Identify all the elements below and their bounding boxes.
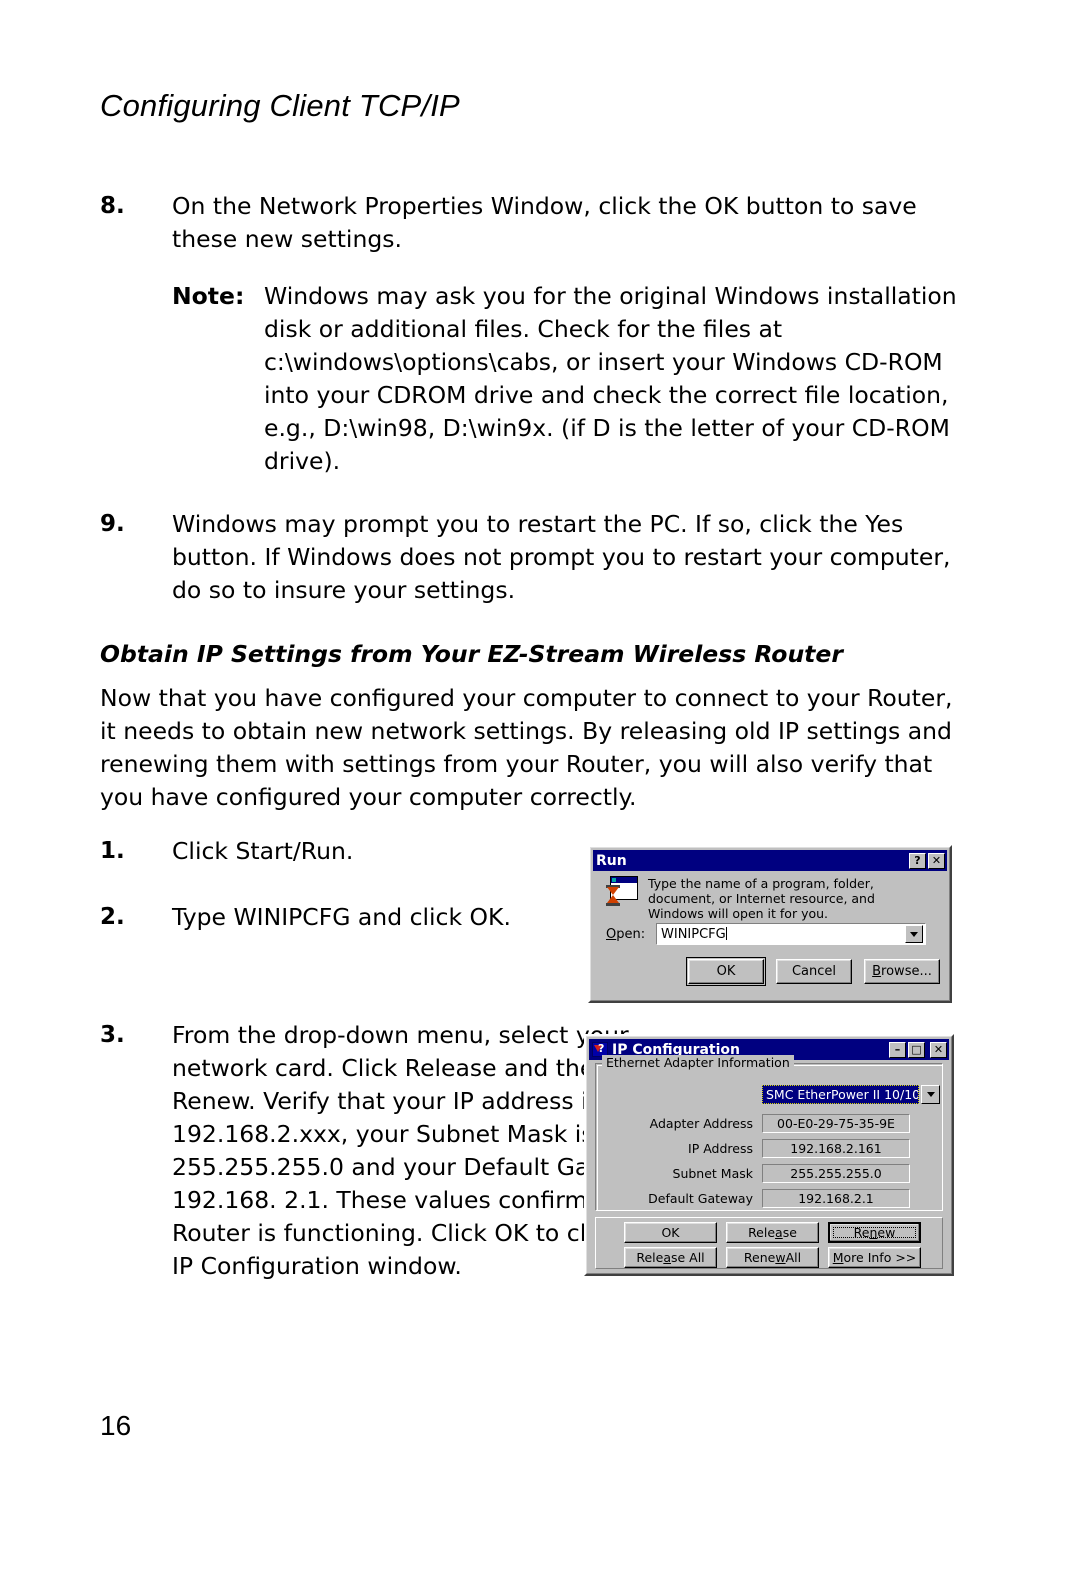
field-label: Subnet Mask — [672, 1166, 753, 1181]
renew-all-accelerator: w — [775, 1250, 786, 1265]
field-value: 255.255.255.0 — [762, 1164, 910, 1183]
run-dialog-titlebar[interactable]: Run ? ✕ — [593, 850, 947, 871]
note-text: Windows may ask you for the original Win… — [264, 282, 957, 475]
adapter-selected-value: SMC EtherPower II 10/100 Netw — [762, 1085, 919, 1104]
open-label-rest: pen: — [616, 927, 646, 942]
run-dialog[interactable]: Run ? ✕ Type the name of a program, fold… — [588, 845, 952, 1003]
field-label: IP Address — [688, 1141, 753, 1156]
note-block: Note: Windows may ask you for the origin… — [172, 280, 962, 478]
minimize-icon[interactable]: – — [889, 1041, 906, 1058]
release-all-button[interactable]: Rele a se All — [624, 1247, 717, 1268]
more-info-button[interactable]: More Info >> — [828, 1247, 921, 1268]
cancel-button[interactable]: Cancel — [776, 959, 852, 984]
step-number: 9. — [100, 511, 125, 537]
list-item-step-1: 1. Click Start/Run. — [100, 835, 570, 868]
list-item-step-8: 8. On the Network Properties Window, cli… — [100, 190, 960, 256]
list-item-step-2: 2. Type WINIPCFG and click OK. — [100, 901, 570, 934]
list-item-step-9: 9. Windows may prompt you to restart the… — [100, 508, 960, 607]
page-title: Configuring Client TCP/IP — [100, 88, 460, 123]
renew-all-label-post: All — [785, 1250, 802, 1265]
step-text: Click Start/Run. — [172, 837, 354, 865]
renew-button[interactable]: Re n ew — [828, 1222, 921, 1243]
run-dialog-button-row: OK Cancel Browse... — [686, 957, 940, 986]
close-icon[interactable]: ✕ — [930, 1041, 947, 1058]
step-text: Windows may prompt you to restart the PC… — [172, 510, 951, 604]
chevron-down-icon[interactable] — [921, 1085, 940, 1104]
field-label: Adapter Address — [649, 1116, 753, 1131]
field-row-default-gateway: Default Gateway 192.168.2.1 — [596, 1189, 910, 1208]
run-dialog-title: Run — [596, 852, 627, 869]
release-label-post: se — [782, 1225, 797, 1240]
document-page: Configuring Client TCP/IP 8. On the Netw… — [0, 0, 1080, 1570]
chevron-down-icon[interactable] — [905, 925, 923, 943]
release-button[interactable]: Rele a se — [726, 1222, 819, 1243]
step-number: 2. — [100, 904, 125, 930]
field-value: 192.168.2.161 — [762, 1139, 910, 1158]
help-icon[interactable]: ? — [909, 852, 926, 869]
more-info-label-post: ore Info >> — [843, 1250, 917, 1265]
browse-button[interactable]: Browse... — [864, 959, 940, 984]
step-text: On the Network Properties Window, click … — [172, 192, 917, 253]
run-program-icon — [606, 876, 638, 908]
browse-accelerator: B — [872, 964, 882, 979]
browse-label-rest: rowse... — [881, 964, 932, 979]
section-subheading: Obtain IP Settings from Your EZ-Stream W… — [100, 640, 843, 668]
adapter-dropdown[interactable]: SMC EtherPower II 10/100 Netw — [762, 1084, 940, 1105]
renew-label-pre: Re — [853, 1225, 870, 1240]
release-accelerator: a — [775, 1225, 783, 1240]
renew-label-post: ew — [877, 1225, 896, 1240]
step-number: 3. — [100, 1022, 125, 1048]
release-all-label-post: se All — [670, 1250, 705, 1265]
run-dialog-description: Type the name of a program, folder, docu… — [648, 876, 875, 921]
renew-all-label-pre: Rene — [743, 1250, 776, 1265]
open-input-text: WINIPCFG — [661, 926, 726, 942]
open-combobox[interactable]: WINIPCFG — [656, 923, 926, 945]
ethernet-adapter-group-label: Ethernet Adapter Information — [602, 1055, 794, 1070]
step-number: 1. — [100, 838, 125, 864]
renew-all-button[interactable]: Rene w All — [726, 1247, 819, 1268]
release-all-accelerator: a — [663, 1250, 671, 1265]
close-icon[interactable]: ✕ — [928, 852, 945, 869]
note-label: Note: — [172, 282, 245, 310]
open-field-label: Open: — [606, 927, 645, 942]
ok-button[interactable]: OK — [624, 1222, 717, 1243]
open-label-accelerator: O — [606, 927, 617, 942]
field-value: 192.168.2.1 — [762, 1189, 910, 1208]
release-label-pre: Rele — [748, 1225, 776, 1240]
field-row-adapter-address: Adapter Address 00-E0-29-75-35-9E — [596, 1114, 910, 1133]
step-number: 8. — [100, 193, 125, 219]
field-label: Default Gateway — [648, 1191, 753, 1206]
field-value: 00-E0-29-75-35-9E — [762, 1114, 910, 1133]
step-text: Type WINIPCFG and click OK. — [172, 903, 511, 931]
field-row-subnet-mask: Subnet Mask 255.255.255.0 — [596, 1164, 910, 1183]
text-cursor — [725, 926, 727, 940]
more-info-accelerator: M — [832, 1250, 844, 1265]
page-number: 16 — [100, 1410, 132, 1441]
ok-button[interactable]: OK — [686, 957, 766, 986]
release-all-label-pre: Rele — [636, 1250, 664, 1265]
renew-accelerator: n — [869, 1225, 878, 1240]
field-row-ip-address: IP Address 192.168.2.161 — [596, 1139, 910, 1158]
ip-configuration-dialog[interactable]: ? IP Configuration – □ ✕ Ethernet Adapte… — [584, 1034, 954, 1276]
section-paragraph: Now that you have configured your comput… — [100, 684, 953, 811]
open-input-value[interactable]: WINIPCFG — [657, 926, 905, 942]
maximize-icon[interactable]: □ — [908, 1041, 925, 1058]
